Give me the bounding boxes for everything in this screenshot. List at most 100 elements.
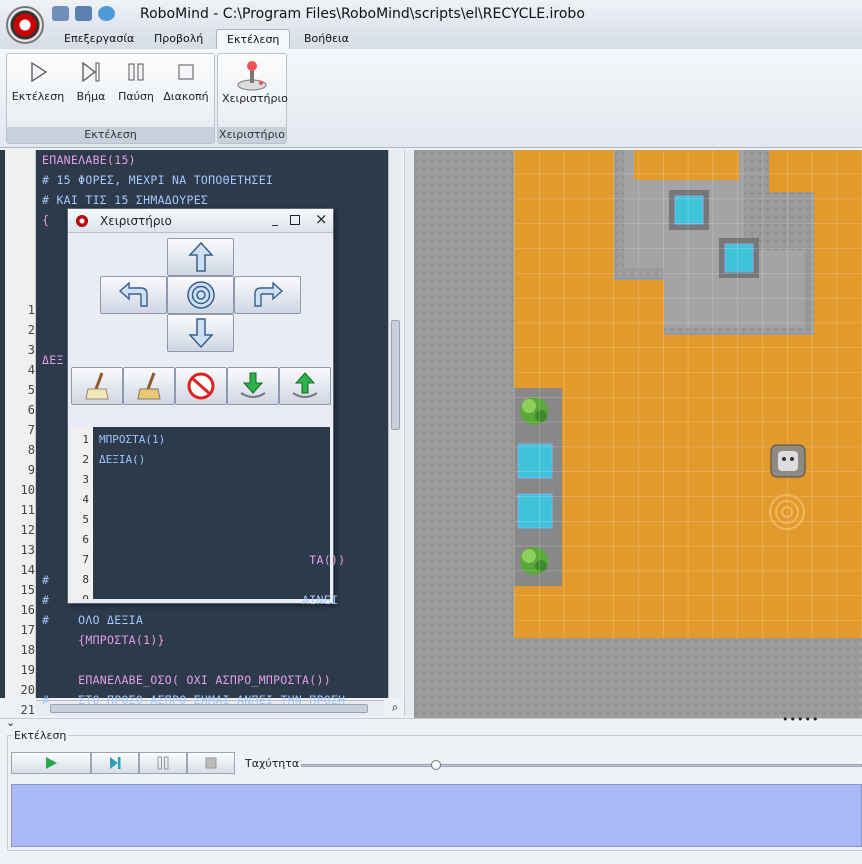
chevron-icon[interactable]: ⌄ <box>6 716 15 729</box>
globe-icon[interactable] <box>98 6 115 21</box>
app-menu-button[interactable] <box>6 6 44 44</box>
stop-button-label: Διακοπή <box>163 90 209 103</box>
world-map <box>414 150 862 718</box>
save-icon[interactable] <box>75 6 92 21</box>
line-number: 12 <box>20 523 35 537</box>
pause-button-bottom[interactable] <box>139 752 187 774</box>
line-number: 18 <box>20 643 35 657</box>
bottom-splitter[interactable] <box>0 718 862 728</box>
speed-slider-thumb[interactable] <box>430 760 441 770</box>
brush-white-icon <box>85 372 109 400</box>
line-number: 1 <box>27 303 35 317</box>
target-icon <box>186 281 215 309</box>
line-number: 16 <box>20 603 35 617</box>
maximize-icon[interactable] <box>290 215 300 225</box>
code-line: ΔΕΞ <box>42 353 64 367</box>
code-line: # 15 ΦΟΡΕΣ, ΜΕΧΡΙ ΝΑ ΤΟΠΟΘΕΤΗΣΕΙ <box>42 173 274 187</box>
paint-white-button[interactable] <box>71 367 123 405</box>
tab-run[interactable]: Εκτέλεση <box>216 29 291 49</box>
line-number: 10 <box>20 483 35 497</box>
code-line: {ΜΠΡΟΣΤΑ(1)} <box>42 633 165 647</box>
stop-painting-button[interactable] <box>175 367 227 405</box>
code-line: ΤΑ()) <box>42 553 346 567</box>
line-number: 6 <box>27 403 35 417</box>
output-area <box>11 784 862 847</box>
code-line: # ΚΑΙ ΤΙΣ 15 ΣΗΜΑΔΟΥΡΕΣ <box>42 193 209 207</box>
line-number: 9 <box>27 463 35 477</box>
robomind-logo-icon <box>76 215 88 227</box>
stop-button[interactable]: Διακοπή <box>156 60 216 103</box>
paint-black-button[interactable] <box>123 367 175 405</box>
put-down-button[interactable] <box>279 367 331 405</box>
run-button[interactable]: Εκτέλεση <box>8 60 68 103</box>
remote-control-button[interactable]: Χειριστήριο <box>222 60 288 105</box>
window-title: RoboMind - C:\Program Files\RoboMind\scr… <box>140 6 585 22</box>
stop-icon <box>156 60 216 84</box>
recorded-line-number: 2 <box>82 453 89 466</box>
line-number: 17 <box>20 623 35 637</box>
pick-up-icon <box>240 372 266 398</box>
search-icon[interactable]: ⌕ <box>388 700 402 716</box>
code-line: # ΣΤΟ ΠΡΟΣΟ ΑΣΠΡΟ ΣΗΜΑΙ ΑΝΠΕΙ ΤΗΝ ΠΡΟΣΗ <box>42 693 346 707</box>
splitter[interactable] <box>404 150 414 716</box>
scroll-thumb[interactable] <box>391 320 400 430</box>
tab-help[interactable]: Βοήθεια <box>294 29 359 49</box>
recorded-line-number: 3 <box>82 473 89 486</box>
code-line: # ΑΙΝΕΙ <box>42 593 339 607</box>
remote-group-caption: Χειριστήριο <box>218 127 286 143</box>
line-number: 11 <box>20 503 35 517</box>
recorded-line-number: 6 <box>82 533 89 546</box>
backward-button[interactable] <box>167 314 234 352</box>
play-button[interactable] <box>11 752 91 774</box>
line-number: 20 <box>20 683 35 697</box>
forward-button[interactable] <box>167 238 234 276</box>
step-icon <box>110 757 121 769</box>
line-number: 21 <box>20 703 35 717</box>
code-line: # ΟΛΟ ΔΕΞΙΑ <box>42 613 144 627</box>
recorded-line-number: 8 <box>82 573 89 586</box>
recorded-line-gutter: 123456789 <box>71 427 93 599</box>
step-button-bottom[interactable] <box>91 752 139 774</box>
line-number: 14 <box>20 563 35 577</box>
speed-slider[interactable] <box>301 764 862 767</box>
robot <box>770 444 806 478</box>
line-number: 15 <box>20 583 35 597</box>
map-canvas <box>414 150 862 718</box>
no-paint-icon <box>187 372 215 400</box>
recorded-line-number: 1 <box>82 433 89 446</box>
open-icon[interactable] <box>52 6 69 21</box>
grip-icon[interactable]: ••••• <box>782 713 819 726</box>
run-button-label: Εκτέλεση <box>11 90 65 103</box>
recorded-line-number: 5 <box>82 513 89 526</box>
step-button-label: Βήμα <box>76 90 106 103</box>
dialog-title: Χειριστήριο <box>100 214 172 228</box>
code-line: ΕΠΑΝΕΛΑΒΕ_ΟΣΟ( ΟΧΙ ΑΣΠΡΟ_ΜΠΡΟΣΤΑ()) <box>42 673 331 687</box>
line-number: 13 <box>20 543 35 557</box>
put-down-icon <box>292 372 318 398</box>
stop-button-bottom[interactable] <box>187 752 235 774</box>
close-icon[interactable]: × <box>315 210 328 228</box>
editor-vertical-scrollbar[interactable] <box>388 150 402 698</box>
pause-button-label: Παύση <box>118 90 154 103</box>
speed-label: Ταχύτητα <box>245 757 300 770</box>
recorded-code-line: ΔΕΞΙΑ() <box>99 453 146 466</box>
tab-edit[interactable]: Επεξεργασία <box>54 29 144 49</box>
minimize-icon[interactable]: _ <box>272 212 278 226</box>
stop-icon <box>205 757 217 769</box>
line-number: 19 <box>20 663 35 677</box>
arrow-up-icon <box>187 241 214 272</box>
pick-up-button[interactable] <box>227 367 279 405</box>
recorded-code-view[interactable]: 123456789 ΜΠΡΟΣΤΑ(1)ΔΕΞΙΑ() <box>71 427 330 599</box>
line-number: 3 <box>27 343 35 357</box>
arrow-down-icon <box>187 318 214 349</box>
remote-control-dialog: Χειριστήριο _ × 123456789 ΜΠΡΟΣΤΑ(1)ΔΕΞΙ… <box>67 208 334 604</box>
run-group-caption: Εκτέλεση <box>7 127 214 143</box>
remote-control-label: Χειριστήριο <box>222 92 288 105</box>
recorded-code-line: ΜΠΡΟΣΤΑ(1) <box>99 433 166 446</box>
line-number: 5 <box>27 383 35 397</box>
line-number: 4 <box>27 363 35 377</box>
turn-right-button[interactable] <box>234 276 301 314</box>
tab-view[interactable]: Προβολή <box>144 29 213 49</box>
turn-left-button[interactable] <box>100 276 167 314</box>
paint-button[interactable] <box>167 276 234 314</box>
